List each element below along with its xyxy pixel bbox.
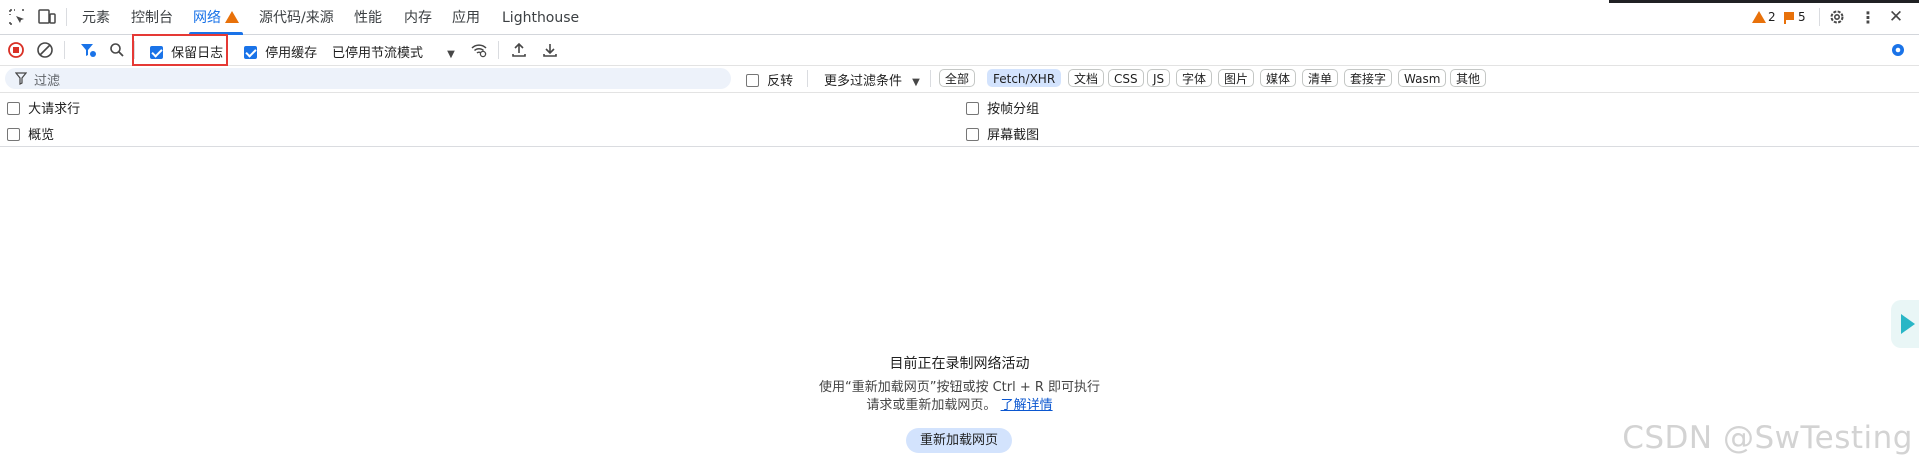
chevron-down-icon: ▼	[912, 77, 920, 88]
more-filters-label: 更多过滤条件	[824, 74, 903, 89]
close-icon[interactable]: ✕	[1887, 7, 1905, 27]
preserve-log-label: 保留日志	[171, 46, 224, 61]
group-by-frame-label: 按帧分组	[987, 102, 1040, 117]
tab-application[interactable]: 应用	[452, 0, 480, 34]
network-toolbar: 保留日志 停用缓存 已停用节流模式 ▼	[0, 34, 1919, 66]
search-icon[interactable]	[108, 41, 126, 59]
learn-more-link[interactable]: 了解详情	[1001, 398, 1053, 413]
tab-memory[interactable]: 内存	[404, 0, 432, 34]
invert-checkbox[interactable]: 反转	[746, 70, 793, 89]
warnings-count: 2	[1768, 10, 1776, 24]
large-rows-label: 大请求行	[28, 102, 81, 117]
export-har-icon[interactable]	[541, 41, 559, 59]
overview-checkbox[interactable]: 概览	[7, 124, 54, 143]
filter-input[interactable]: 过滤	[5, 68, 731, 89]
type-filter-socket[interactable]: 套接字	[1344, 69, 1393, 87]
watermark-text: CSDN @SwTesting	[1622, 420, 1913, 456]
checkbox-unchecked[interactable]	[746, 74, 759, 87]
divider	[64, 41, 65, 59]
type-filter-font[interactable]: 字体	[1176, 69, 1213, 87]
reload-page-button[interactable]: 重新加载网页	[906, 428, 1012, 453]
devtools-tab-bar: 元素 控制台 网络 源代码/来源 性能 内存 应用 Lighthouse 2 5…	[0, 0, 1919, 35]
group-by-frame-checkbox[interactable]: 按帧分组	[966, 98, 1039, 117]
throttling-select[interactable]: 已停用节流模式 ▼	[332, 42, 455, 61]
divider	[930, 70, 931, 87]
empty-state-title: 目前正在录制网络活动	[889, 356, 1030, 372]
tab-lighthouse[interactable]: Lighthouse	[502, 0, 579, 34]
tab-network[interactable]: 网络	[189, 0, 243, 35]
screenshots-label: 屏幕截图	[987, 128, 1040, 143]
more-options-icon[interactable]: ⋮	[1859, 8, 1877, 27]
side-floating-widget[interactable]	[1891, 300, 1919, 348]
tab-elements[interactable]: 元素	[82, 0, 110, 34]
divider	[807, 70, 808, 87]
options-row-1: 大请求行 按帧分组	[0, 93, 1919, 119]
invert-label: 反转	[767, 74, 794, 89]
issues-count: 5	[1798, 10, 1806, 24]
divider	[1819, 8, 1820, 26]
more-filters-dropdown[interactable]: 更多过滤条件 ▼	[824, 70, 920, 89]
device-toolbar-icon[interactable]	[37, 8, 57, 26]
tab-console[interactable]: 控制台	[131, 0, 173, 34]
import-har-icon[interactable]	[510, 41, 528, 59]
throttling-value: 已停用节流模式	[332, 46, 424, 61]
overview-label: 概览	[28, 128, 55, 143]
type-filter-manifest[interactable]: 清单	[1302, 69, 1339, 87]
filter-placeholder: 过滤	[34, 74, 61, 89]
issues-counter[interactable]: 5	[1783, 9, 1806, 25]
preserve-log-checkbox[interactable]: 保留日志	[150, 42, 223, 61]
checkbox-unchecked[interactable]	[7, 102, 20, 115]
type-filter-img[interactable]: 图片	[1218, 69, 1255, 87]
inspect-element-icon[interactable]	[8, 8, 26, 26]
checkbox-unchecked[interactable]	[966, 128, 979, 141]
network-settings-gear-icon[interactable]	[1889, 41, 1907, 59]
tab-sources[interactable]: 源代码/来源	[259, 0, 334, 34]
warning-icon	[225, 11, 239, 23]
type-filter-js[interactable]: JS	[1147, 69, 1171, 87]
empty-state-line2-text: 请求或重新加载网页。	[866, 398, 997, 413]
warnings-counter[interactable]: 2	[1752, 9, 1776, 25]
record-stop-icon[interactable]	[7, 41, 25, 59]
checkbox-unchecked[interactable]	[966, 102, 979, 115]
options-row-2: 概览 屏幕截图	[0, 119, 1919, 147]
filter-toggle-icon[interactable]	[79, 41, 97, 59]
type-filter-other[interactable]: 其他	[1450, 69, 1487, 87]
checkbox-checked[interactable]	[150, 46, 163, 59]
warning-icon	[1752, 11, 1766, 23]
empty-state-line2: 请求或重新加载网页。 了解详情	[0, 394, 1919, 413]
checkbox-unchecked[interactable]	[7, 128, 20, 141]
type-filter-css[interactable]: CSS	[1108, 69, 1144, 87]
type-filter-wasm[interactable]: Wasm	[1398, 69, 1447, 87]
disable-cache-checkbox[interactable]: 停用缓存	[244, 42, 317, 61]
filter-funnel-icon	[14, 71, 28, 89]
divider	[66, 8, 67, 26]
chevron-down-icon: ▼	[447, 49, 455, 60]
type-filter-fetch-xhr[interactable]: Fetch/XHR	[987, 69, 1062, 87]
checkbox-checked[interactable]	[244, 46, 257, 59]
tab-performance[interactable]: 性能	[354, 0, 382, 34]
type-filter-doc[interactable]: 文档	[1068, 69, 1105, 87]
tab-network-label: 网络	[193, 10, 221, 26]
issue-flag-icon	[1784, 11, 1794, 24]
divider	[498, 41, 499, 59]
window-edge	[1609, 0, 1919, 3]
disable-cache-label: 停用缓存	[265, 46, 318, 61]
network-conditions-icon[interactable]	[470, 41, 488, 59]
type-filter-all[interactable]: 全部	[939, 69, 976, 87]
filter-bar: 过滤 反转 更多过滤条件 ▼ 全部 Fetch/XHR 文档 CSS JS 字体…	[0, 65, 1919, 93]
type-filter-media[interactable]: 媒体	[1260, 69, 1297, 87]
large-rows-checkbox[interactable]: 大请求行	[7, 98, 80, 117]
settings-gear-icon[interactable]	[1828, 8, 1846, 26]
empty-state-line1: 使用“重新加载网页”按钮或按 Ctrl + R 即可执行	[818, 380, 1101, 395]
clear-icon[interactable]	[36, 41, 54, 59]
screenshots-checkbox[interactable]: 屏幕截图	[966, 124, 1039, 143]
